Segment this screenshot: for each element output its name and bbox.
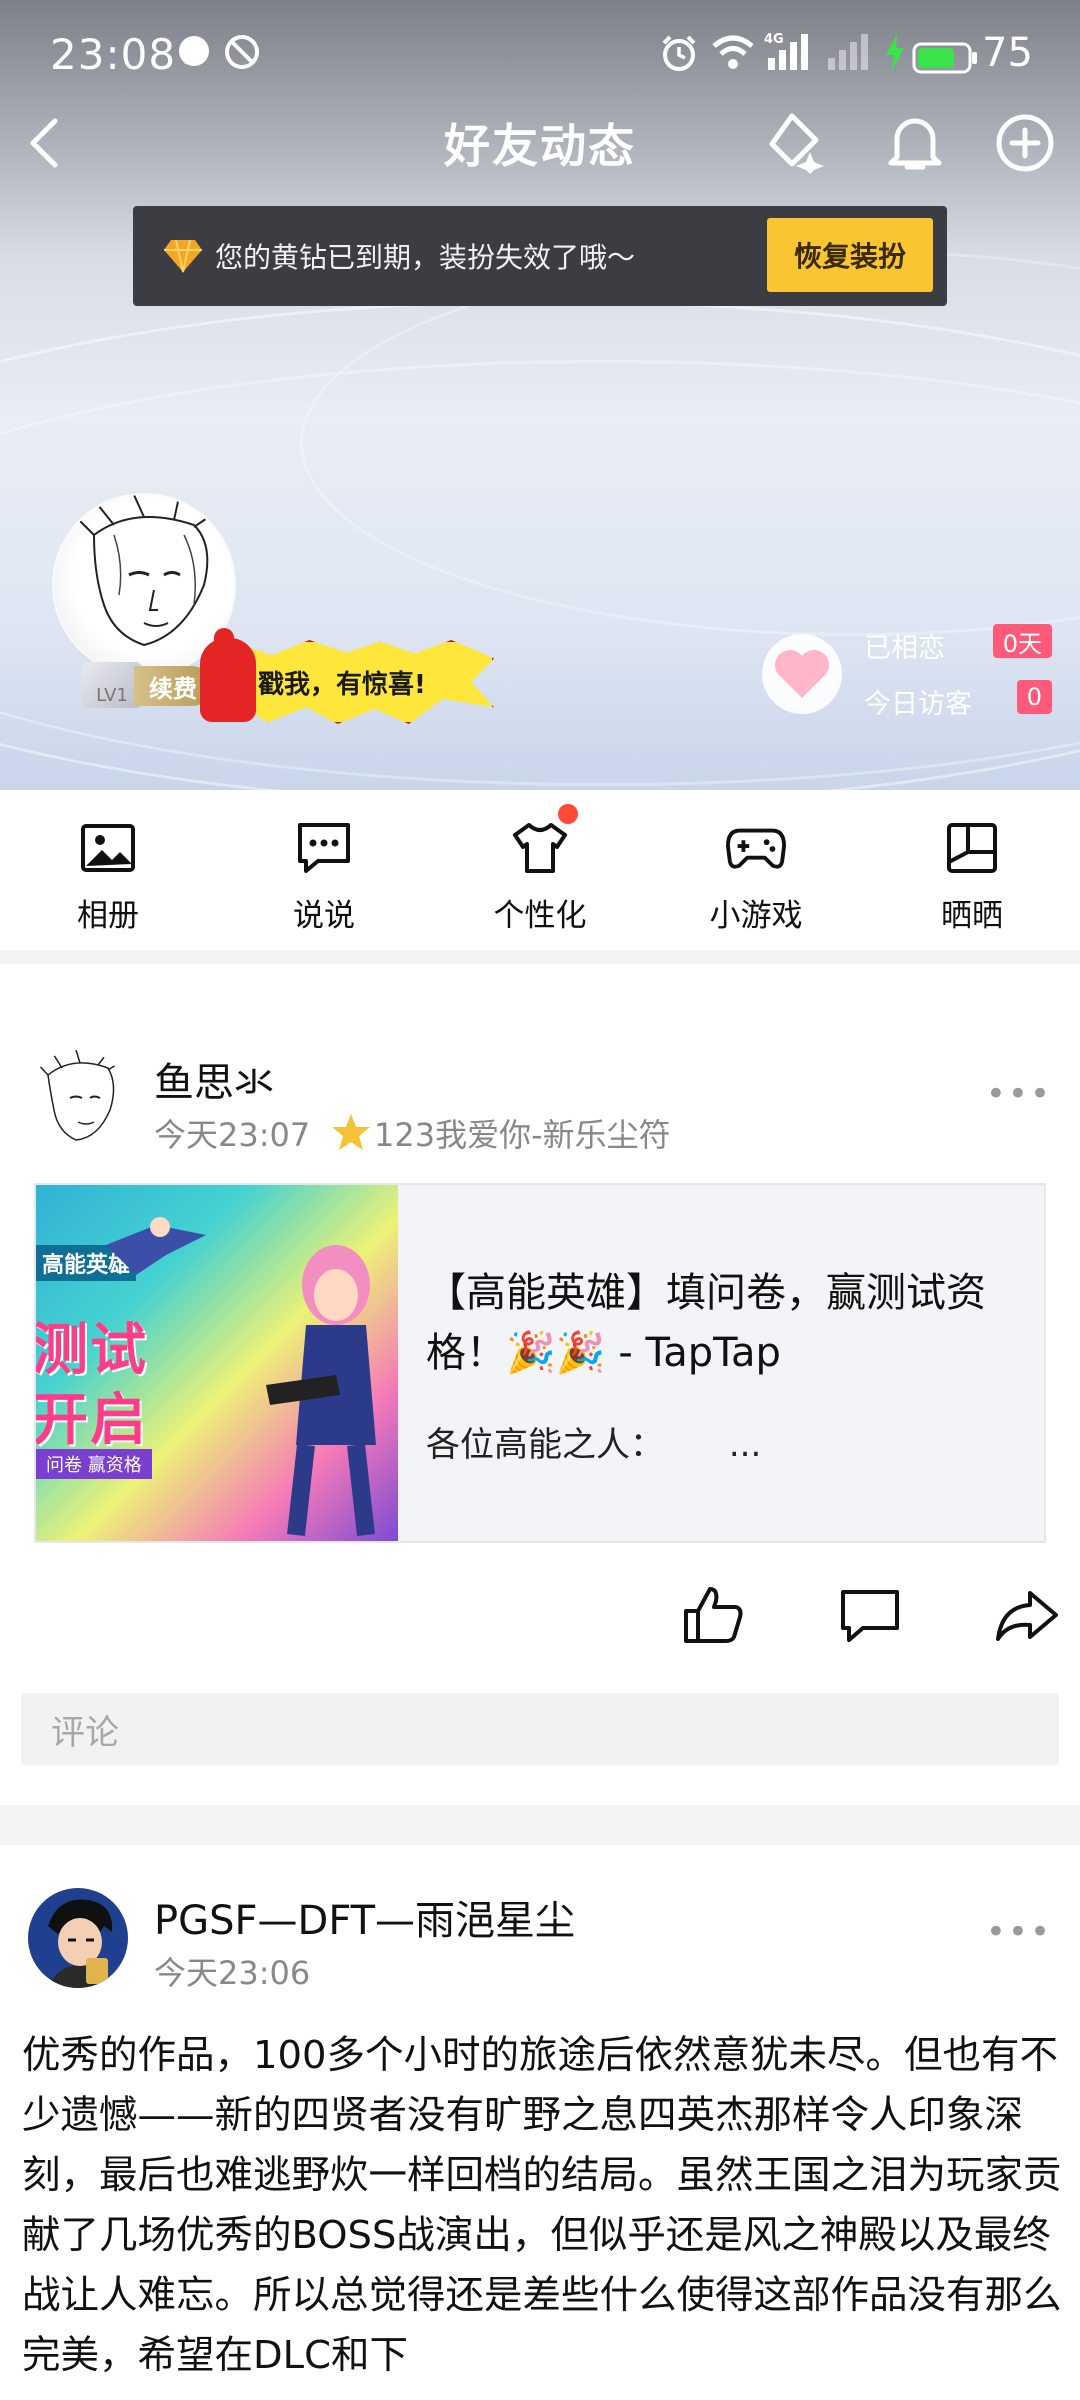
notifications-button[interactable] bbox=[880, 108, 950, 178]
thumbs-up-icon bbox=[684, 1587, 743, 1643]
toolbar-personalize[interactable]: 个性化 bbox=[432, 790, 648, 950]
vip-expired-notice: 您的黄钻已到期，装扮失效了哦～ 恢复装扮 bbox=[133, 206, 947, 306]
profile-cover: 23:08 4G 75 好友动态 您的黄钻已到期，装扮失效了哦～ 恢复装扮 LV… bbox=[0, 0, 1080, 790]
signal-empty-icon bbox=[824, 30, 874, 82]
toolbar-minigames[interactable]: 小游戏 bbox=[648, 790, 864, 950]
toolbar-moments[interactable]: 说说 bbox=[216, 790, 432, 950]
post-time: 今天23:07 bbox=[154, 1116, 311, 1154]
toolbar-label: 晒晒 bbox=[941, 898, 1003, 934]
image-icon bbox=[78, 818, 138, 878]
new-badge bbox=[558, 804, 578, 824]
bell-icon bbox=[888, 118, 942, 170]
battery-percentage: 75 bbox=[982, 30, 1033, 76]
post-more-button[interactable]: ••• bbox=[986, 1912, 1052, 1952]
post-author-name[interactable]: PGSF—DFT—雨浥星尘 bbox=[154, 1888, 575, 1946]
profile-stats: 已相恋 0天 今日访客 0 bbox=[760, 620, 1060, 730]
toolbar-label: 说说 bbox=[293, 898, 355, 934]
section-divider bbox=[0, 1805, 1080, 1845]
alarm-icon bbox=[660, 34, 698, 82]
like-button[interactable] bbox=[678, 1580, 748, 1650]
toolbar-label: 个性化 bbox=[493, 898, 587, 934]
thumbs-up-icon bbox=[200, 628, 256, 722]
network-type: 4G bbox=[764, 32, 784, 47]
post-source[interactable]: 123我爱你-新乐尘符 bbox=[374, 1110, 671, 1156]
post-header: 鱼思氺 今天23:07 123我爱你-新乐尘符 ••• bbox=[0, 1050, 1080, 1180]
comment-button[interactable] bbox=[835, 1580, 905, 1650]
section-divider bbox=[0, 950, 1080, 964]
thumb-flying-hero bbox=[106, 1217, 206, 1275]
level-label: LV1 bbox=[82, 662, 142, 708]
tshirt-icon bbox=[510, 818, 570, 878]
toolbar-album[interactable]: 相册 bbox=[0, 790, 216, 950]
shared-link-title: 【高能英雄】填问卷，赢测试资格！🎉🎉 - TapTap bbox=[426, 1270, 986, 1376]
wifi-icon bbox=[712, 34, 754, 82]
shared-link-card[interactable]: 高能英雄 测试 开启 问卷 赢资格 【高能英雄】填问卷，赢测试资格！🎉🎉 - T… bbox=[34, 1183, 1046, 1543]
visitors-label[interactable]: 今日访客 bbox=[864, 682, 972, 721]
battery-fill bbox=[918, 48, 954, 68]
post-author-name[interactable]: 鱼思氺 bbox=[154, 1050, 274, 1108]
toolbar-showoff[interactable]: 晒晒 bbox=[864, 790, 1080, 950]
create-post-button[interactable] bbox=[990, 108, 1060, 178]
restore-decoration-button[interactable]: 恢复装扮 bbox=[767, 218, 933, 292]
status-bar: 23:08 4G 75 bbox=[0, 0, 1080, 110]
post-text: 优秀的作品，100多个小时的旅途后依然意犹未尽。但也有不少遗憾——新的四贤者没有… bbox=[22, 2033, 1062, 2378]
chat-notification-icon bbox=[176, 34, 212, 80]
thumb-headline-1: 测试 bbox=[36, 1318, 148, 1383]
post-author-avatar[interactable] bbox=[28, 1050, 128, 1150]
share-button[interactable] bbox=[992, 1580, 1062, 1650]
thumb-headline-2: 开启 bbox=[36, 1388, 148, 1453]
battery-icon bbox=[912, 38, 978, 84]
share-arrow-icon bbox=[996, 1591, 1058, 1641]
heart-icon[interactable] bbox=[760, 632, 844, 716]
together-label: 已相恋 bbox=[864, 633, 945, 664]
chat-bubble-icon bbox=[294, 818, 354, 878]
visitors-count: 0 bbox=[1016, 680, 1052, 714]
surprise-sticker[interactable]: 戳我，有惊喜! bbox=[200, 628, 494, 730]
toolbar-label: 小游戏 bbox=[709, 898, 803, 934]
comment-icon bbox=[841, 1590, 899, 1642]
comment-input[interactable]: 评论 bbox=[21, 1693, 1059, 1765]
notice-message: 您的黄钻已到期，装扮失效了哦～ bbox=[215, 241, 636, 274]
thumb-caption: 问卷 赢资格 bbox=[36, 1449, 152, 1479]
diamond-icon bbox=[164, 239, 202, 273]
post-more-button[interactable]: ••• bbox=[986, 1074, 1052, 1114]
signal-4g-icon: 4G bbox=[764, 30, 814, 82]
shared-link-thumbnail: 高能英雄 测试 开启 问卷 赢资格 bbox=[36, 1185, 398, 1541]
layout-icon bbox=[942, 818, 1002, 878]
thumb-character-art bbox=[266, 1245, 376, 1536]
plus-circle-icon bbox=[996, 114, 1054, 172]
feature-toolbar: 相册 说说 个性化 小游戏 晒晒 bbox=[0, 790, 1080, 950]
post-actions bbox=[0, 1580, 1080, 1660]
post-time: 今天23:06 bbox=[154, 1954, 311, 1992]
top-navigation: 好友动态 bbox=[0, 100, 1080, 210]
shared-link-description: 各位高能之人： ... bbox=[426, 1425, 762, 1465]
charging-icon bbox=[884, 34, 906, 82]
gamepad-icon bbox=[726, 818, 786, 878]
together-days: 0天 bbox=[992, 624, 1052, 658]
sticker-text: 戳我，有惊喜! bbox=[258, 670, 426, 700]
toolbar-label: 相册 bbox=[77, 898, 139, 934]
post-header: PGSF—DFT—雨浥星尘 今天23:06 ••• bbox=[0, 1888, 1080, 2018]
status-time: 23:08 bbox=[50, 30, 177, 79]
level-badge: LV1 续费 bbox=[82, 662, 212, 708]
do-not-disturb-icon bbox=[224, 34, 260, 80]
decorate-button[interactable] bbox=[762, 108, 832, 178]
star-icon bbox=[332, 1114, 370, 1150]
post-author-avatar[interactable] bbox=[28, 1888, 128, 1988]
sparkle-icon bbox=[769, 113, 824, 174]
